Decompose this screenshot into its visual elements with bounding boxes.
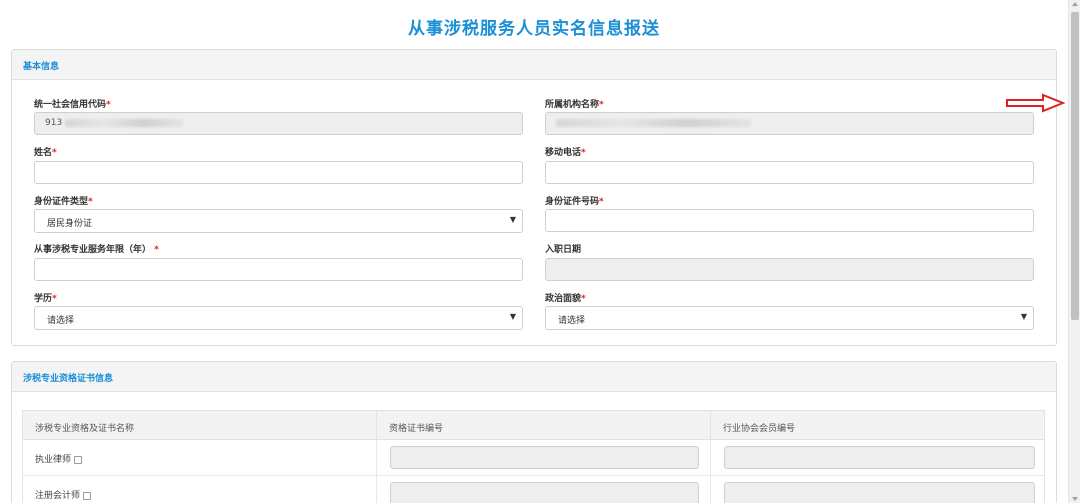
id-type-select[interactable]: 居民身份证 ▼ [34, 209, 523, 233]
name-input[interactable] [34, 161, 523, 184]
political-status-label: 政治面貌* [545, 294, 586, 304]
org-name-label: 所属机构名称* [545, 100, 604, 110]
cert-info-heading: 涉税专业资格证书信息 [12, 362, 1056, 392]
hire-date-field[interactable] [545, 258, 1034, 281]
table-row: 注册会计师 [23, 476, 1044, 503]
table-row: 执业律师 [23, 440, 1044, 476]
checkbox[interactable] [74, 455, 83, 464]
cert-info-panel: 涉税专业资格证书信息 涉税专业资格及证书名称 资格证书编号 行业协会会员编号 执… [11, 361, 1057, 503]
member-number-cell [711, 476, 1046, 503]
cert-table: 涉税专业资格及证书名称 资格证书编号 行业协会会员编号 执业律师 注册会计师 [22, 410, 1045, 503]
credit-code-field[interactable]: 913 [34, 112, 523, 135]
cert-table-header: 涉税专业资格及证书名称 资格证书编号 行业协会会员编号 [23, 411, 1044, 440]
basic-info-panel: 基本信息 统一社会信用代码* 913 所属机构名称* 姓名* 移动电话* 身份证… [11, 49, 1057, 346]
scroll-up-icon[interactable] [1072, 2, 1078, 6]
column-header-member-number: 行业协会会员编号 [723, 424, 796, 434]
hire-date-label: 入职日期 [545, 245, 582, 255]
credit-code-label: 统一社会信用代码* [34, 100, 111, 110]
education-select[interactable]: 请选择 ▼ [34, 306, 523, 330]
checkbox[interactable] [83, 491, 92, 500]
service-years-input[interactable] [34, 258, 523, 281]
basic-info-heading: 基本信息 [12, 50, 1056, 80]
column-header-cert-number: 资格证书编号 [377, 411, 711, 440]
cert-number-input[interactable] [390, 446, 699, 469]
member-number-input[interactable] [724, 446, 1035, 469]
cert-name-cell: 执业律师 [23, 440, 377, 476]
cert-name-cell: 注册会计师 [23, 476, 377, 503]
mobile-input[interactable] [545, 161, 1034, 184]
cert-number-input[interactable] [390, 482, 699, 503]
name-label: 姓名* [34, 148, 57, 158]
column-header-cert-name: 涉税专业资格及证书名称 [23, 411, 377, 440]
education-label: 学历* [34, 294, 57, 304]
cert-number-cell [377, 440, 711, 476]
org-name-field[interactable] [545, 112, 1034, 135]
scroll-down-icon[interactable] [1072, 497, 1078, 501]
mobile-label: 移动电话* [545, 148, 586, 158]
member-number-cell [711, 440, 1046, 476]
political-status-select[interactable]: 请选择 ▼ [545, 306, 1034, 330]
cert-number-cell [377, 476, 711, 503]
member-number-input[interactable] [724, 482, 1035, 503]
scrollbar-thumb[interactable] [1071, 12, 1079, 320]
caret-down-icon: ▼ [1020, 312, 1027, 321]
page-title: 从事涉税服务人员实名信息报送 [408, 19, 660, 39]
id-number-label: 身份证件号码* [545, 197, 604, 207]
vertical-scrollbar[interactable] [1068, 0, 1080, 503]
caret-down-icon: ▼ [509, 312, 516, 321]
red-arrow-icon [1006, 93, 1065, 113]
redacted-blur [65, 118, 184, 127]
id-number-input[interactable] [545, 209, 1034, 232]
service-years-label: 从事涉税专业服务年限（年） * [34, 245, 159, 255]
caret-down-icon: ▼ [509, 215, 516, 224]
id-type-label: 身份证件类型* [34, 197, 93, 207]
redacted-blur [556, 118, 751, 127]
